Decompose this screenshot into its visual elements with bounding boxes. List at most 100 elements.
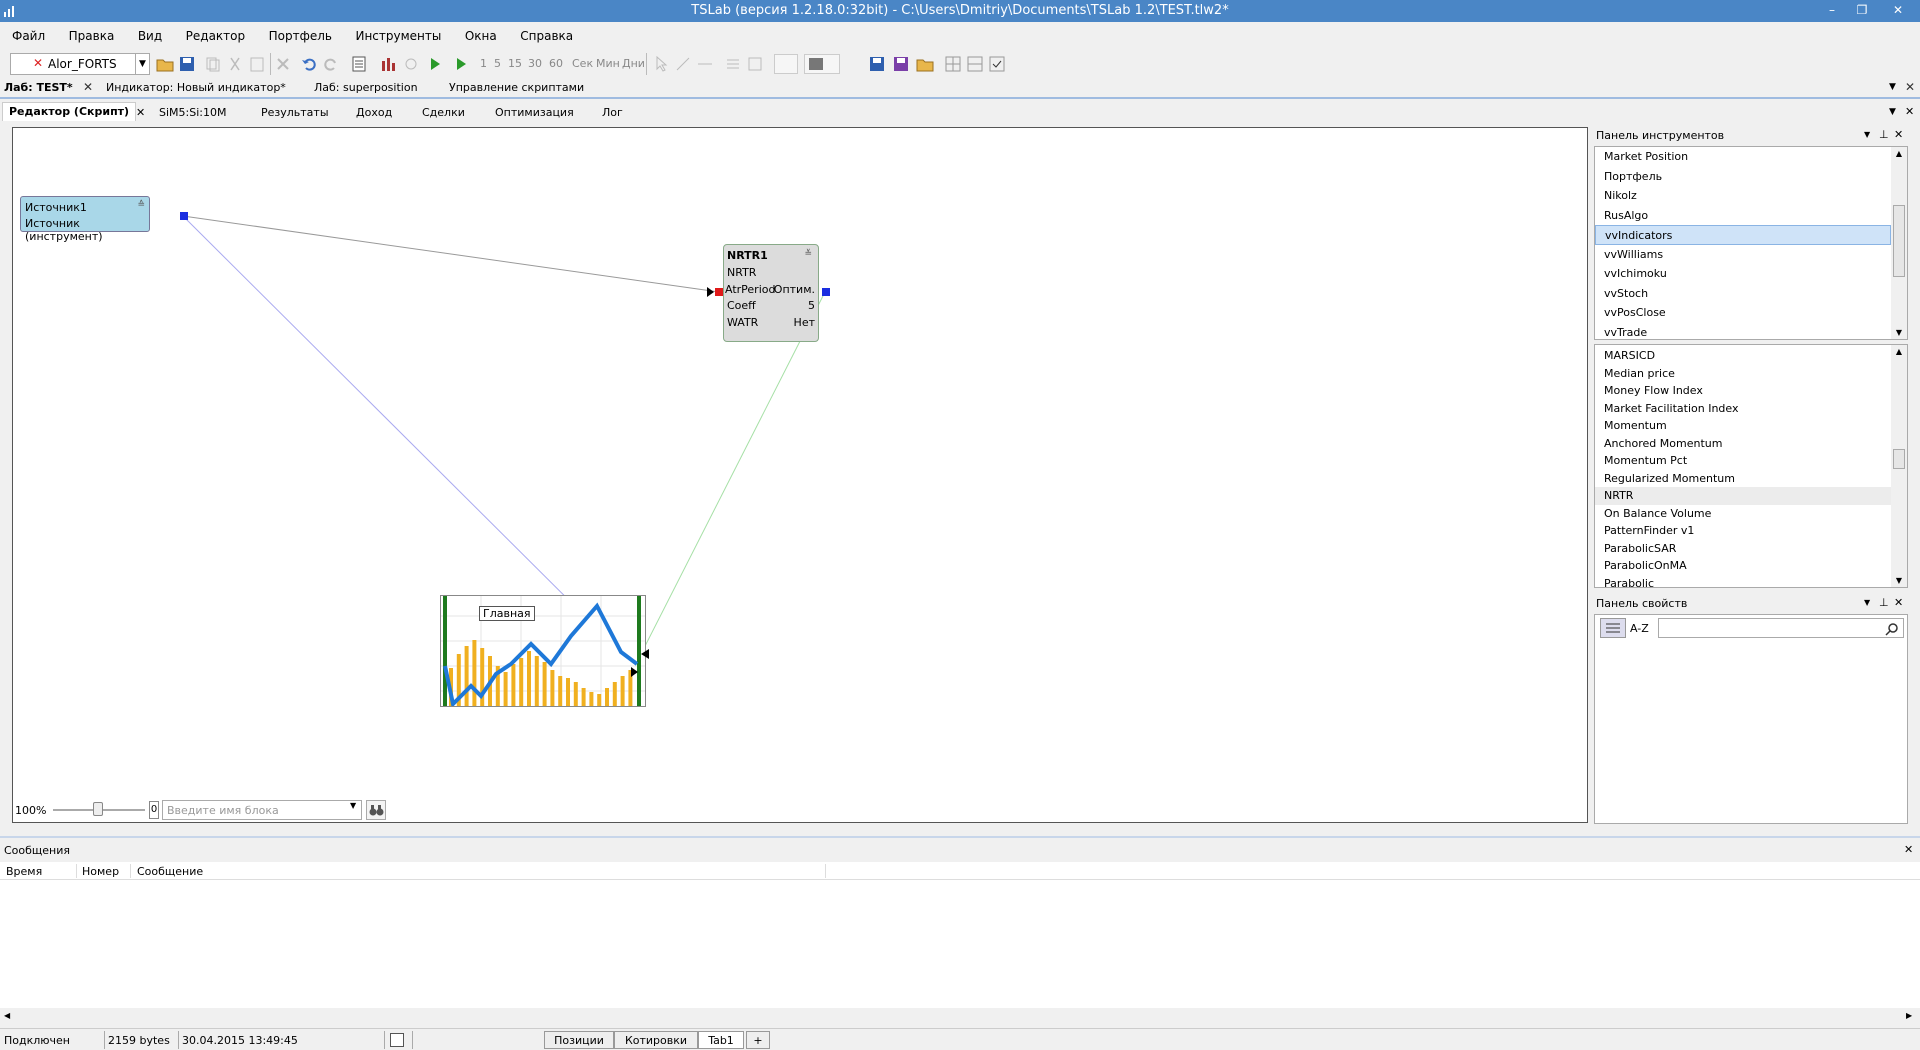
find-button[interactable]: [366, 800, 386, 820]
scroll-right-icon[interactable]: ▶: [1906, 1011, 1912, 1020]
tool-group-item[interactable]: vvTrade: [1595, 323, 1891, 343]
tool-item[interactable]: ParabolicOnMA: [1595, 557, 1891, 575]
block-search-input[interactable]: Введите имя блока: [162, 800, 362, 820]
minimize-button[interactable]: –: [1818, 0, 1846, 20]
tab-lab-test[interactable]: Лаб: TEST*: [4, 81, 73, 94]
tool-item[interactable]: Momentum: [1595, 417, 1891, 435]
text-tool-icon[interactable]: [746, 55, 764, 73]
close-icon[interactable]: ✕: [1905, 80, 1915, 94]
close-icon[interactable]: ✕: [136, 106, 145, 119]
tool-item[interactable]: PatternFinder v1: [1595, 522, 1891, 540]
scrollbar[interactable]: ▲ ▼: [1891, 345, 1907, 587]
cut-icon[interactable]: [226, 55, 244, 73]
scrollbar-thumb[interactable]: [1893, 205, 1905, 277]
tool-item[interactable]: NRTR: [1595, 487, 1891, 505]
layout-grid-icon[interactable]: [944, 55, 962, 73]
scroll-down-icon[interactable]: ▼: [1891, 576, 1907, 585]
run-step-icon[interactable]: [452, 55, 470, 73]
close-icon[interactable]: ✕: [1905, 105, 1914, 118]
tool-item[interactable]: Market Facilitation Index: [1595, 400, 1891, 418]
column-time[interactable]: Время: [6, 865, 42, 878]
tab-positions[interactable]: Позиции: [544, 1031, 614, 1049]
interval-30[interactable]: 30: [528, 57, 542, 70]
param-row[interactable]: Coeff 5: [727, 299, 815, 312]
layout-split-icon[interactable]: [966, 55, 984, 73]
input-port[interactable]: [715, 288, 723, 296]
interval-5[interactable]: 5: [494, 57, 501, 70]
scroll-down-icon[interactable]: ▼: [1891, 328, 1907, 337]
tab-results[interactable]: Результаты: [261, 106, 329, 119]
scrollbar-thumb[interactable]: [1893, 449, 1905, 469]
close-icon[interactable]: ✕: [83, 80, 93, 94]
connection-combo[interactable]: ✕ Alor_FORTS ▼: [10, 53, 150, 75]
undo-icon[interactable]: [300, 55, 318, 73]
tool-item[interactable]: On Balance Volume: [1595, 505, 1891, 523]
tool-group-item[interactable]: vvIndicators: [1595, 225, 1891, 245]
output-port[interactable]: [822, 288, 830, 296]
open-layout-icon[interactable]: [916, 55, 934, 73]
tab-list-icon[interactable]: ▼: [1889, 82, 1896, 92]
tab-script-manager[interactable]: Управление скриптами: [449, 81, 584, 94]
tab-list-icon[interactable]: ▼: [1889, 107, 1896, 117]
copy-icon[interactable]: [204, 55, 222, 73]
close-icon[interactable]: ✕: [1894, 596, 1903, 609]
tab-quotes[interactable]: Котировки: [614, 1031, 698, 1049]
column-number[interactable]: Номер: [82, 865, 119, 878]
tool-item[interactable]: Money Flow Index: [1595, 382, 1891, 400]
interval-days[interactable]: Дни: [622, 57, 645, 70]
tab-income[interactable]: Доход: [356, 106, 392, 119]
chart-bars-icon[interactable]: [380, 55, 398, 73]
pointer-icon[interactable]: [652, 55, 670, 73]
tool-item[interactable]: MARSICD: [1595, 347, 1891, 365]
menu-help[interactable]: Справка: [508, 26, 581, 43]
tool-group-item[interactable]: vvPosClose: [1595, 303, 1891, 323]
hline-tool-icon[interactable]: [696, 55, 714, 73]
chevron-down-icon[interactable]: ▼: [135, 54, 149, 74]
chevron-down-icon[interactable]: ▼: [1864, 130, 1870, 139]
status-checkbox[interactable]: [390, 1033, 404, 1047]
tool-group-item[interactable]: vvStoch: [1595, 284, 1891, 304]
tool-group-item[interactable]: Nikolz: [1595, 186, 1891, 206]
interval-15[interactable]: 15: [508, 57, 522, 70]
tool-item[interactable]: Momentum Pct: [1595, 452, 1891, 470]
tab-log[interactable]: Лог: [602, 106, 623, 119]
close-icon[interactable]: ✕: [1904, 843, 1913, 856]
open-folder-icon[interactable]: [156, 55, 174, 73]
optimize-icon[interactable]: [402, 55, 420, 73]
save-all-icon[interactable]: [892, 55, 910, 73]
interval-sec[interactable]: Сек: [572, 57, 593, 70]
script-icon[interactable]: [350, 55, 368, 73]
scroll-up-icon[interactable]: ▲: [1891, 347, 1907, 356]
save-layout-icon[interactable]: [868, 55, 886, 73]
sort-az-button[interactable]: A-Z: [1630, 622, 1649, 635]
scroll-left-icon[interactable]: ◀: [4, 1011, 10, 1020]
tool-group-item[interactable]: RusAlgo: [1595, 206, 1891, 226]
layout-check-icon[interactable]: [988, 55, 1006, 73]
chart-block[interactable]: Главная: [440, 595, 646, 709]
channel-tool-icon[interactable]: [724, 55, 742, 73]
zoom-slider-thumb[interactable]: [93, 802, 103, 816]
menu-portfolio[interactable]: Портфель: [257, 26, 340, 43]
interval-1[interactable]: 1: [480, 57, 487, 70]
tool-item[interactable]: Parabolic: [1595, 575, 1891, 593]
scrollbar[interactable]: ▲ ▼: [1891, 147, 1907, 339]
restore-button[interactable]: ❐: [1848, 0, 1876, 20]
tab-deals[interactable]: Сделки: [422, 106, 465, 119]
tool-item[interactable]: ParabolicSAR: [1595, 540, 1891, 558]
interval-min[interactable]: Мин: [596, 57, 620, 70]
paste-icon[interactable]: [248, 55, 266, 73]
color-combo[interactable]: [804, 54, 840, 74]
expand-icon[interactable]: ≚: [804, 249, 812, 259]
tab-indicator[interactable]: Индикатор: Новый индикатор*: [106, 81, 286, 94]
nrtr-block[interactable]: NRTR1 ≚ NRTR AtrPeriod Оптим. Coeff 5 WA…: [723, 244, 819, 342]
menu-view[interactable]: Вид: [126, 26, 170, 43]
tool-item[interactable]: Anchored Momentum: [1595, 435, 1891, 453]
line-tool-icon[interactable]: [674, 55, 692, 73]
pin-icon[interactable]: ⊥: [1879, 596, 1889, 609]
output-port[interactable]: [180, 212, 188, 220]
chevron-down-icon[interactable]: ▼: [1864, 598, 1870, 607]
source-block[interactable]: Источник1 Источник (инструмент) ≙: [20, 196, 150, 243]
script-canvas[interactable]: Источник1 Источник (инструмент) ≙ NRTR1 …: [12, 127, 1588, 823]
tab-editor-script[interactable]: Редактор (Скрипт): [2, 102, 137, 121]
add-tab-button[interactable]: +: [746, 1031, 770, 1049]
